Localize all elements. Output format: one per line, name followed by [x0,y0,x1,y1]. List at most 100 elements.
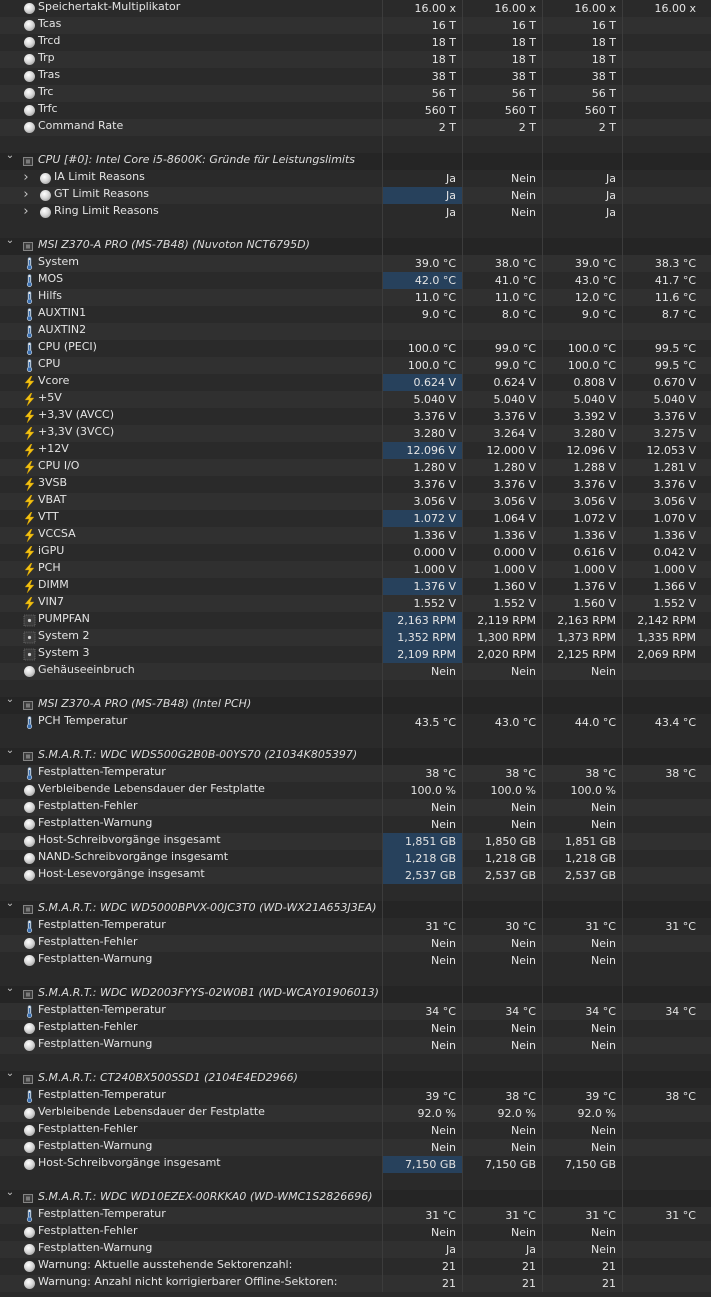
sensor-row[interactable]: VBAT 3.056 V 3.056 V 3.056 V 3.056 V [0,493,711,510]
collapse-chevron-icon[interactable]: ⌄ [4,1068,16,1079]
sensor-row[interactable]: Vcore 0.624 V 0.624 V 0.808 V 0.670 V [0,374,711,391]
sensor-circle-icon [24,20,35,31]
collapse-chevron-icon[interactable]: ⌄ [4,983,16,994]
min-value: Nein [462,816,542,833]
sensor-row[interactable]: Festplatten-Temperatur 34 °C 34 °C 34 °C 34 … [0,1003,711,1020]
current-value: 39 °C [382,1088,462,1105]
sensor-row[interactable]: Festplatten-Warnung Nein Nein Nein [0,816,711,833]
max-value: 5.040 V [542,391,622,408]
sensor-row[interactable]: +5V 5.040 V 5.040 V 5.040 V 5.040 V [0,391,711,408]
collapse-chevron-icon[interactable]: ⌄ [4,235,16,246]
sensor-row[interactable]: Command Rate 2 T2 T2 T [0,119,711,136]
sensor-row[interactable]: AUXTIN1 9.0 °C 8.0 °C 9.0 °C 8.7 °C [0,306,711,323]
sensor-row[interactable]: MOS 42.0 °C 41.0 °C 43.0 °C 41.7 °C [0,272,711,289]
collapse-chevron-icon[interactable]: ⌄ [4,898,16,909]
sensor-row[interactable]: PCH 1.000 V 1.000 V 1.000 V 1.000 V [0,561,711,578]
expand-chevron-icon[interactable]: › [20,187,32,202]
sensor-row[interactable]: Verbleibende Lebensdauer der Festplatte 1… [0,782,711,799]
sensor-row[interactable]: System 39.0 °C 38.0 °C 39.0 °C 38.3 °C [0,255,711,272]
sensor-row[interactable]: Hilfs 11.0 °C 11.0 °C 12.0 °C 11.6 °C [0,289,711,306]
sensor-row[interactable]: Speichertakt-Multiplikator 16.00 x 16.00 x… [0,0,711,17]
sensor-circle-icon [24,1227,35,1238]
spacer-row [0,136,711,153]
min-value: 1,218 GB [462,850,542,867]
sensor-row[interactable]: Festplatten-Warnung Nein Nein Nein [0,952,711,969]
expand-chevron-icon[interactable]: › [20,204,32,219]
current-value: 1.000 V [382,561,462,578]
max-value: 18 T [542,34,622,51]
max-value: Ja [542,204,622,221]
group-title: S.M.A.R.T.: WDC WD2003FYYS-02W0B1 (WD-WC… [38,986,379,999]
sensor-group-header[interactable]: ⌄ S.M.A.R.T.: CT240BX500SSD1 (2104E4ED296… [0,1068,711,1088]
sensor-row[interactable]: Festplatten-Fehler Nein Nein Nein [0,935,711,952]
sensor-row[interactable]: Trcd 18 T 18 T 18 T [0,34,711,51]
sensor-row[interactable]: System 2 1,352 RPM 1,300 RPM 1,373 RPM 1,335… [0,629,711,646]
sensor-row[interactable]: › IA Limit Reasons Ja Nein Ja [0,170,711,187]
max-value: 0.808 V [542,374,622,391]
sensor-row[interactable]: +12V 12.096 V 12.000 V 12.096 V 12.053 V [0,442,711,459]
avg-value [622,51,702,68]
sensor-row[interactable]: System 3 2,109 RPM 2,020 RPM 2,125 RPM 2,069… [0,646,711,663]
sensor-row[interactable]: Festplatten-Fehler Nein Nein Nein [0,799,711,816]
sensor-row[interactable]: CPU I/O 1.280 V 1.280 V 1.288 V 1.281 V [0,459,711,476]
sensor-row[interactable]: Host-Schreibvorgänge insgesamt 1,851 GB 1,… [0,833,711,850]
max-value: 31 °C [542,1207,622,1224]
sensor-row[interactable]: NAND-Schreibvorgänge insgesamt 1,218 GB 1,… [0,850,711,867]
sensor-row[interactable]: AUXTIN2 [0,323,711,340]
sensor-row[interactable]: › Ring Limit Reasons Ja Nein Ja [0,204,711,221]
sensor-group-header[interactable]: ⌄ MSI Z370-A PRO (MS-7B48) (Nuvoton NCT67… [0,235,711,255]
sensor-row[interactable]: CPU (PECI) 100.0 °C 99.0 °C 100.0 °C 99.5 °C [0,340,711,357]
sensor-row[interactable]: › GT Limit Reasons Ja Nein Ja [0,187,711,204]
sensor-row[interactable]: Festplatten-Temperatur 38 °C 38 °C 38 °C 38 … [0,765,711,782]
sensor-row[interactable]: Verbleibende Lebensdauer der Festplatte 9… [0,1105,711,1122]
collapse-chevron-icon[interactable]: ⌄ [4,150,16,161]
sensor-row[interactable]: Tras 38 T 38 T 38 T [0,68,711,85]
sensor-row[interactable]: VTT 1.072 V 1.064 V 1.072 V 1.070 V [0,510,711,527]
sensor-row[interactable]: Trc 56 T 56 T 56 T [0,85,711,102]
spacer-row [0,969,711,986]
sensor-row[interactable]: DIMM 1.376 V 1.360 V 1.376 V 1.366 V [0,578,711,595]
sensor-row[interactable]: +3,3V (3VCC) 3.280 V 3.264 V 3.280 V 3.275 V [0,425,711,442]
sensor-row[interactable]: Festplatten-Temperatur 31 °C 30 °C 31 °C 31 … [0,918,711,935]
sensor-row[interactable]: Festplatten-Temperatur 31 °C 31 °C 31 °C 31 … [0,1207,711,1224]
sensor-row[interactable]: PCH Temperatur 43.5 °C 43.0 °C 44.0 °C 43.4 … [0,714,711,731]
avg-value [622,867,702,884]
collapse-chevron-icon[interactable]: ⌄ [4,1187,16,1198]
sensor-row[interactable]: +3,3V (AVCC) 3.376 V 3.376 V 3.392 V 3.376 V [0,408,711,425]
sensor-group-header[interactable]: ⌄ S.M.A.R.T.: WDC WDS500G2B0B-00YS70 (210… [0,745,711,765]
expand-chevron-icon[interactable]: › [20,170,32,185]
sensor-row[interactable]: Warnung: Anzahl nicht korrigierbarer Off… [0,1275,711,1292]
avg-value: 8.7 °C [622,306,702,323]
sensor-row[interactable]: Trfc 560 T 560 T 560 T [0,102,711,119]
sensor-row[interactable]: Festplatten-Fehler Nein Nein Nein [0,1020,711,1037]
sensor-group-header[interactable]: ⌄ S.M.A.R.T.: WDC WD2003FYYS-02W0B1 (WD-W… [0,983,711,1003]
collapse-chevron-icon[interactable]: ⌄ [4,745,16,756]
sensor-row[interactable]: Warnung: Aktuelle ausstehende Sektorenza… [0,1258,711,1275]
sensor-row[interactable]: Tcas 16 T 16 T 16 T [0,17,711,34]
sensor-row[interactable]: Festplatten-Warnung Ja Ja Nein [0,1241,711,1258]
sensor-row[interactable]: VIN7 1.552 V 1.552 V 1.560 V 1.552 V [0,595,711,612]
sensor-row[interactable]: Festplatten-Warnung Nein Nein Nein [0,1139,711,1156]
current-value: 21 [382,1258,462,1275]
sensor-row[interactable]: VCCSA 1.336 V 1.336 V 1.336 V 1.336 V [0,527,711,544]
sensor-row[interactable]: PUMPFAN 2,163 RPM 2,119 RPM 2,163 RPM 2,142 … [0,612,711,629]
sensor-row[interactable]: Festplatten-Fehler Nein Nein Nein [0,1122,711,1139]
sensor-group-header[interactable]: ⌄ CPU [#0]: Intel Core i5-8600K: Gründe f… [0,150,711,170]
sensor-row[interactable]: Festplatten-Warnung Nein Nein Nein [0,1037,711,1054]
collapse-chevron-icon[interactable]: ⌄ [4,694,16,705]
sensor-row[interactable]: Host-Lesevorgänge insgesamt 2,537 GB 2,537… [0,867,711,884]
min-value: 1,300 RPM [462,629,542,646]
sensor-group-header[interactable]: ⌄ MSI Z370-A PRO (MS-7B48) (Intel PCH) [0,694,711,714]
sensor-row[interactable]: Trp 18 T 18 T 18 T [0,51,711,68]
sensor-row[interactable]: 3VSB 3.376 V 3.376 V 3.376 V 3.376 V [0,476,711,493]
sensor-row[interactable]: Festplatten-Temperatur 39 °C 38 °C 39 °C 38 … [0,1088,711,1105]
sensor-row[interactable]: Gehäuseeinbruch Nein Nein Nein [0,663,711,680]
sensor-row[interactable]: Host-Schreibvorgänge insgesamt 7,150 GB 7,… [0,1156,711,1173]
sensor-group-header[interactable]: ⌄ S.M.A.R.T.: WDC WD5000BPVX-00JC3T0 (WD-… [0,898,711,918]
sensor-row[interactable]: Festplatten-Fehler Nein Nein Nein [0,1224,711,1241]
max-value: 1.336 V [542,527,622,544]
sensor-row[interactable]: iGPU 0.000 V 0.000 V 0.616 V 0.042 V [0,544,711,561]
sensor-group-header[interactable]: ⌄ S.M.A.R.T.: WDC WD10EZEX-00RKKA0 (WD-WM… [0,1187,711,1207]
sensor-row[interactable]: CPU 100.0 °C 99.0 °C 100.0 °C 99.5 °C [0,357,711,374]
min-value: Nein [462,1224,542,1241]
